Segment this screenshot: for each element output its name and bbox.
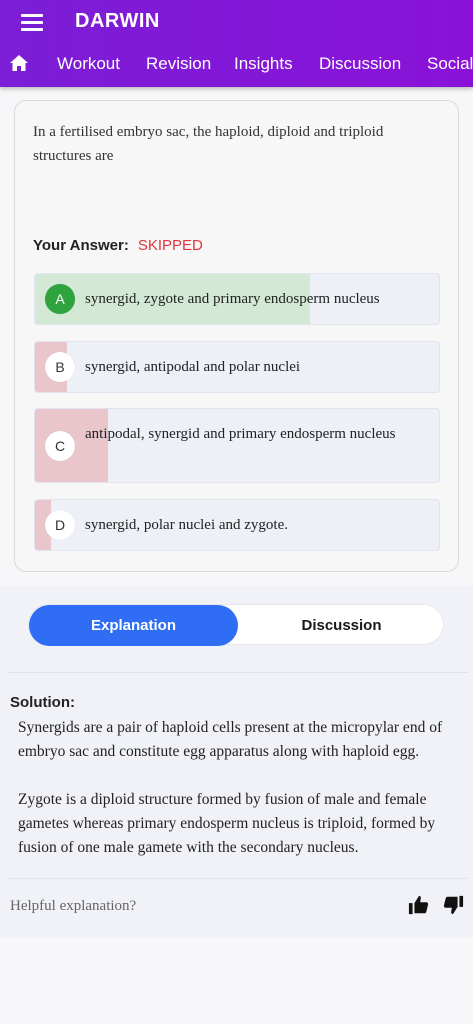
option-b[interactable]: B synergid, antipodal and polar nuclei — [34, 341, 440, 393]
question-card: In a fertilised embryo sac, the haploid,… — [14, 100, 459, 572]
your-answer-status: SKIPPED — [137, 237, 203, 254]
solution-paragraph: Zygote is a diploid structure formed by … — [18, 791, 436, 856]
home-icon[interactable] — [9, 54, 29, 72]
discussion-tab-button[interactable]: Discussion — [238, 605, 445, 646]
option-d[interactable]: D synergid, polar nuclei and zygote. — [34, 499, 440, 551]
option-a-letter: A — [45, 284, 75, 314]
option-c[interactable]: C antipodal, synergid and primary endosp… — [34, 408, 440, 483]
app-bar: DARWIN Workout Revision Insights Discuss… — [0, 0, 473, 87]
option-a-text: synergid, zygote and primary endosperm n… — [85, 291, 380, 307]
your-answer-label: Your Answer: — [33, 237, 129, 254]
solution-paragraph: Synergids are a pair of haploid cells pr… — [18, 719, 443, 760]
tab-revision[interactable]: Revision — [146, 54, 211, 74]
question-text: In a fertilised embryo sac, the haploid,… — [33, 124, 384, 164]
helpful-prompt: Helpful explanation? — [10, 898, 137, 914]
option-a[interactable]: A synergid, zygote and primary endosperm… — [34, 273, 440, 325]
option-d-letter: D — [45, 510, 75, 540]
tab-workout[interactable]: Workout — [57, 54, 120, 74]
option-c-letter: C — [45, 431, 75, 461]
tab-insights[interactable]: Insights — [234, 54, 293, 74]
divider — [8, 672, 468, 673]
explanation-tab-button[interactable]: Explanation — [29, 605, 238, 646]
thumbs-down-icon[interactable] — [442, 894, 464, 916]
menu-icon[interactable] — [21, 14, 43, 32]
tab-discussion[interactable]: Discussion — [319, 54, 401, 74]
thumbs-up-icon[interactable] — [408, 894, 430, 916]
divider — [8, 878, 468, 879]
your-answer-row: Your Answer: SKIPPED — [33, 237, 203, 254]
option-b-text: synergid, antipodal and polar nuclei — [85, 359, 301, 375]
option-c-text: antipodal, synergid and primary endosper… — [85, 426, 396, 442]
option-b-letter: B — [45, 352, 75, 382]
solution-title: Solution: — [10, 694, 75, 711]
explanation-discussion-toggle: Explanation Discussion — [28, 604, 445, 646]
option-d-text: synergid, polar nuclei and zygote. — [85, 517, 288, 533]
app-title: DARWIN — [75, 10, 160, 32]
tab-social[interactable]: Social — [427, 54, 473, 74]
